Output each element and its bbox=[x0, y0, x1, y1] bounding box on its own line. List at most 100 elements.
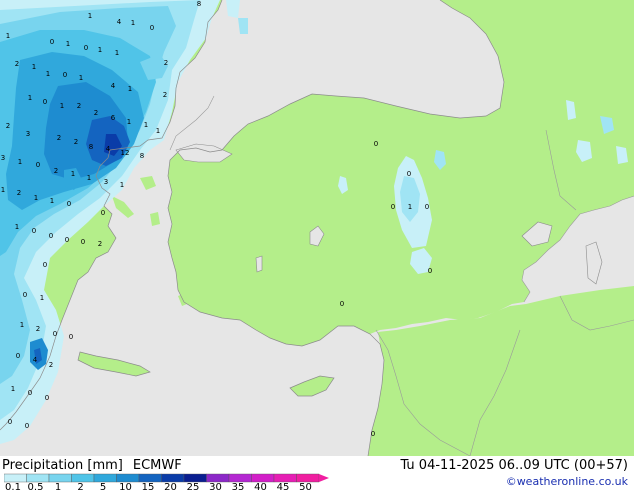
precip-label: 1 bbox=[127, 118, 131, 126]
precip-label: 1 bbox=[34, 194, 38, 202]
precip-label: 1 bbox=[50, 197, 54, 205]
precip-label: 0 bbox=[67, 200, 71, 208]
scale-swatch bbox=[93, 473, 117, 483]
precip-label: 0 bbox=[53, 330, 57, 338]
precip-label: 0 bbox=[50, 38, 54, 46]
scale-swatch bbox=[26, 473, 50, 483]
precip-label: 0 bbox=[65, 236, 69, 244]
precip-label: 0 bbox=[407, 170, 411, 178]
scale-swatch bbox=[206, 473, 230, 483]
precip-label: 0 bbox=[425, 203, 429, 211]
precip-label: 0 bbox=[28, 389, 32, 397]
scale-label: 45 bbox=[276, 482, 290, 493]
precip-label: 2 bbox=[74, 138, 78, 146]
precip-label: 8 bbox=[197, 0, 201, 8]
precip-label: 2 bbox=[164, 59, 168, 67]
precip-label: 1 bbox=[128, 85, 132, 93]
precip-label: 3 bbox=[104, 178, 108, 186]
precip-label: 0 bbox=[25, 422, 29, 430]
scale-label: 5 bbox=[99, 482, 107, 493]
precip-label: 0 bbox=[36, 161, 40, 169]
scale-label: 35 bbox=[231, 482, 245, 493]
precip-label: 0 bbox=[150, 24, 154, 32]
precip-label: 4 bbox=[117, 18, 122, 26]
scale-swatch bbox=[183, 473, 207, 483]
scale-label: 40 bbox=[254, 482, 267, 493]
precip-label: 2 bbox=[36, 325, 40, 333]
precip-label: 2 bbox=[54, 167, 58, 175]
precip-label: 0 bbox=[101, 209, 105, 217]
precip-label: 0 bbox=[374, 140, 378, 148]
scale-swatch bbox=[228, 473, 252, 483]
precip-label: 4 bbox=[106, 145, 111, 153]
precip-label: 2 bbox=[6, 122, 10, 130]
scale-swatch bbox=[273, 473, 297, 483]
scale-swatch bbox=[48, 473, 72, 483]
scale-swatch bbox=[71, 473, 95, 483]
precip-label: 0 bbox=[371, 430, 375, 438]
scale-label: 30 bbox=[209, 482, 222, 493]
lake-egirdir bbox=[255, 255, 263, 273]
precip-label: 2 bbox=[98, 240, 102, 248]
precip-label: 6 bbox=[111, 114, 116, 122]
scale-swatch bbox=[116, 473, 140, 483]
precip-label: 1 bbox=[32, 63, 36, 71]
precip-label: 0 bbox=[69, 333, 73, 341]
scale-swatch bbox=[161, 473, 185, 483]
precip-label: 2 bbox=[77, 102, 81, 110]
precip-label: 1 bbox=[408, 203, 412, 211]
precip-label: 1 bbox=[144, 121, 148, 129]
precip-label: 1 bbox=[15, 223, 19, 231]
scale-end-arrow bbox=[319, 474, 329, 482]
precip-label: 0 bbox=[63, 71, 67, 79]
site-credit[interactable]: ©weatheronline.co.uk bbox=[506, 475, 628, 488]
scale-label: 25 bbox=[186, 482, 200, 493]
precip-label: 8 bbox=[140, 152, 144, 160]
legend-panel: Precipitation [mm] ECMWF Tu 04-11-2025 06… bbox=[0, 456, 634, 493]
precip-label: 4 bbox=[111, 82, 116, 90]
precip-label: 1 bbox=[66, 40, 70, 48]
precip-label: 0 bbox=[16, 352, 20, 360]
precip-label: 2 bbox=[49, 361, 53, 369]
precip-label: 0 bbox=[45, 394, 49, 402]
precip-label: 0 bbox=[340, 300, 344, 308]
precip-label: 3 bbox=[1, 154, 5, 162]
precip-label: 1 bbox=[1, 186, 5, 194]
scale-swatch bbox=[251, 473, 275, 483]
precip-label: 1 bbox=[98, 46, 102, 54]
precip-label: 0 bbox=[32, 227, 36, 235]
precip-label: 2 bbox=[163, 91, 167, 99]
precip-label: 1 bbox=[71, 170, 75, 178]
scale-label: 0.1 bbox=[5, 482, 21, 493]
chart-title-row: Precipitation [mm] ECMWF bbox=[2, 458, 192, 473]
precip-label: 1 bbox=[120, 181, 124, 189]
scale-swatch bbox=[4, 473, 27, 483]
precip-label: 1 bbox=[156, 127, 160, 135]
scale-label: 1 bbox=[54, 482, 62, 493]
precip-label: 0 bbox=[23, 291, 27, 299]
scale-label: 0.5 bbox=[27, 482, 44, 493]
scale-label: 50 bbox=[299, 482, 312, 493]
precip-label: 0 bbox=[428, 267, 432, 275]
precip-label: 0 bbox=[81, 238, 85, 246]
precip-label: 0 bbox=[84, 44, 88, 52]
model-name: ECMWF bbox=[132, 458, 182, 473]
precip-label: 1 bbox=[11, 385, 15, 393]
precip-label: 1 bbox=[87, 174, 91, 182]
precip-label: 2 bbox=[57, 134, 61, 142]
precip-label: 0 bbox=[391, 203, 395, 211]
scale-label: 10 bbox=[119, 482, 132, 493]
precip-label: 4 bbox=[33, 356, 38, 364]
precip-label: 1 bbox=[20, 321, 24, 329]
precip-label: 2 bbox=[17, 189, 21, 197]
precipitation-map: 8 1 4 1 0 1 0 1 0 1 1 2 1 1 0 1 2 4 1 2 1 0 1 2 2 6 1 1 1 2 3 2 2 8 4 12 8 3 1… bbox=[0, 0, 634, 456]
precip-label: 1 bbox=[18, 158, 22, 166]
scale-label: 2 bbox=[77, 482, 84, 493]
precip-label: 1 bbox=[115, 49, 119, 57]
map-title: Precipitation [mm] bbox=[2, 458, 123, 473]
precip-label: 1 bbox=[6, 32, 10, 40]
precip-label: 1 bbox=[46, 70, 50, 78]
valid-time: Tu 04-11-2025 06..09 UTC (00+57) bbox=[400, 458, 628, 473]
precip-label: 1 bbox=[28, 94, 32, 102]
precip-label: 0 bbox=[8, 418, 12, 426]
